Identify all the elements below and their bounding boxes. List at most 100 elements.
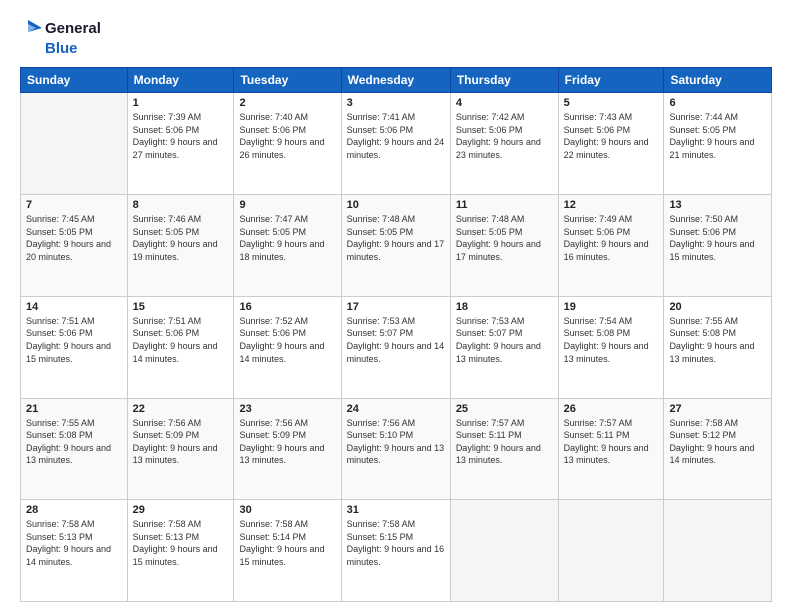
cell-info: Sunrise: 7:58 AMSunset: 5:12 PMDaylight:… (669, 417, 766, 467)
weekday-header-row: SundayMondayTuesdayWednesdayThursdayFrid… (21, 68, 772, 93)
logo: General Blue (20, 18, 101, 57)
day-cell: 22 Sunrise: 7:56 AMSunset: 5:09 PMDayligh… (127, 398, 234, 500)
day-number: 8 (133, 199, 229, 211)
cell-info: Sunrise: 7:51 AMSunset: 5:06 PMDaylight:… (26, 315, 122, 365)
cell-info: Sunrise: 7:54 AMSunset: 5:08 PMDaylight:… (564, 315, 659, 365)
day-number: 25 (456, 403, 553, 415)
day-number: 21 (26, 403, 122, 415)
cell-info: Sunrise: 7:58 AMSunset: 5:14 PMDaylight:… (239, 518, 335, 568)
day-number: 3 (347, 97, 445, 109)
day-cell: 18Sunrise: 7:53 AMSunset: 5:07 PMDayligh… (450, 296, 558, 398)
day-cell: 31 Sunrise: 7:58 AMSunset: 5:15 PMDayligh… (341, 500, 450, 602)
week-row-4: 21 Sunrise: 7:55 AMSunset: 5:08 PMDayligh… (21, 398, 772, 500)
cell-info: Sunrise: 7:48 AMSunset: 5:05 PMDaylight:… (456, 213, 553, 263)
week-row-2: 7 Sunrise: 7:45 AMSunset: 5:05 PMDaylight… (21, 195, 772, 297)
weekday-thursday: Thursday (450, 68, 558, 93)
day-cell: 15 Sunrise: 7:51 AMSunset: 5:06 PMDayligh… (127, 296, 234, 398)
day-number: 9 (239, 199, 335, 211)
day-number: 7 (26, 199, 122, 211)
day-cell: 23 Sunrise: 7:56 AMSunset: 5:09 PMDayligh… (234, 398, 341, 500)
day-cell: 9 Sunrise: 7:47 AMSunset: 5:05 PMDaylight… (234, 195, 341, 297)
week-row-5: 28 Sunrise: 7:58 AMSunset: 5:13 PMDayligh… (21, 500, 772, 602)
cell-info: Sunrise: 7:48 AMSunset: 5:05 PMDaylight:… (347, 213, 445, 263)
cell-info: Sunrise: 7:56 AMSunset: 5:09 PMDaylight:… (239, 417, 335, 467)
cell-info: Sunrise: 7:55 AMSunset: 5:08 PMDaylight:… (26, 417, 122, 467)
day-cell (450, 500, 558, 602)
page-header: General Blue (20, 18, 772, 57)
week-row-1: 1 Sunrise: 7:39 AMSunset: 5:06 PMDaylight… (21, 93, 772, 195)
day-number: 27 (669, 403, 766, 415)
day-number: 16 (239, 301, 335, 313)
cell-info: Sunrise: 7:56 AMSunset: 5:09 PMDaylight:… (133, 417, 229, 467)
day-cell: 29 Sunrise: 7:58 AMSunset: 5:13 PMDayligh… (127, 500, 234, 602)
day-cell: 5 Sunrise: 7:43 AMSunset: 5:06 PMDaylight… (558, 93, 664, 195)
cell-info: Sunrise: 7:56 AMSunset: 5:10 PMDaylight:… (347, 417, 445, 467)
day-number: 17 (347, 301, 445, 313)
day-number: 26 (564, 403, 659, 415)
day-number: 18 (456, 301, 553, 313)
cell-info: Sunrise: 7:58 AMSunset: 5:15 PMDaylight:… (347, 518, 445, 568)
day-number: 28 (26, 504, 122, 516)
week-row-3: 14 Sunrise: 7:51 AMSunset: 5:06 PMDayligh… (21, 296, 772, 398)
cell-info: Sunrise: 7:39 AMSunset: 5:06 PMDaylight:… (133, 111, 229, 161)
day-cell: 14 Sunrise: 7:51 AMSunset: 5:06 PMDayligh… (21, 296, 128, 398)
day-number: 20 (669, 301, 766, 313)
day-number: 31 (347, 504, 445, 516)
weekday-sunday: Sunday (21, 68, 128, 93)
cell-info: Sunrise: 7:50 AMSunset: 5:06 PMDaylight:… (669, 213, 766, 263)
day-cell: 19Sunrise: 7:54 AMSunset: 5:08 PMDayligh… (558, 296, 664, 398)
day-number: 10 (347, 199, 445, 211)
logo-general: General (45, 20, 101, 37)
cell-info: Sunrise: 7:45 AMSunset: 5:05 PMDaylight:… (26, 213, 122, 263)
day-cell: 28 Sunrise: 7:58 AMSunset: 5:13 PMDayligh… (21, 500, 128, 602)
day-cell: 3 Sunrise: 7:41 AMSunset: 5:06 PMDaylight… (341, 93, 450, 195)
day-number: 11 (456, 199, 553, 211)
cell-info: Sunrise: 7:55 AMSunset: 5:08 PMDaylight:… (669, 315, 766, 365)
day-cell: 30 Sunrise: 7:58 AMSunset: 5:14 PMDayligh… (234, 500, 341, 602)
day-number: 6 (669, 97, 766, 109)
weekday-tuesday: Tuesday (234, 68, 341, 93)
cell-info: Sunrise: 7:46 AMSunset: 5:05 PMDaylight:… (133, 213, 229, 263)
day-cell: 26 Sunrise: 7:57 AMSunset: 5:11 PMDayligh… (558, 398, 664, 500)
weekday-monday: Monday (127, 68, 234, 93)
day-cell (558, 500, 664, 602)
weekday-saturday: Saturday (664, 68, 772, 93)
day-number: 15 (133, 301, 229, 313)
day-number: 12 (564, 199, 659, 211)
cell-info: Sunrise: 7:53 AMSunset: 5:07 PMDaylight:… (347, 315, 445, 365)
day-cell (21, 93, 128, 195)
cell-info: Sunrise: 7:42 AMSunset: 5:06 PMDaylight:… (456, 111, 553, 161)
day-number: 30 (239, 504, 335, 516)
day-number: 13 (669, 199, 766, 211)
day-cell: 17 Sunrise: 7:53 AMSunset: 5:07 PMDayligh… (341, 296, 450, 398)
weekday-wednesday: Wednesday (341, 68, 450, 93)
day-cell: 1 Sunrise: 7:39 AMSunset: 5:06 PMDaylight… (127, 93, 234, 195)
day-number: 1 (133, 97, 229, 109)
calendar-table: SundayMondayTuesdayWednesdayThursdayFrid… (20, 67, 772, 602)
day-cell: 16 Sunrise: 7:52 AMSunset: 5:06 PMDayligh… (234, 296, 341, 398)
cell-info: Sunrise: 7:57 AMSunset: 5:11 PMDaylight:… (564, 417, 659, 467)
day-cell: 4 Sunrise: 7:42 AMSunset: 5:06 PMDaylight… (450, 93, 558, 195)
day-cell (664, 500, 772, 602)
cell-info: Sunrise: 7:49 AMSunset: 5:06 PMDaylight:… (564, 213, 659, 263)
cell-info: Sunrise: 7:57 AMSunset: 5:11 PMDaylight:… (456, 417, 553, 467)
cell-info: Sunrise: 7:52 AMSunset: 5:06 PMDaylight:… (239, 315, 335, 365)
cell-info: Sunrise: 7:47 AMSunset: 5:05 PMDaylight:… (239, 213, 335, 263)
day-cell: 24Sunrise: 7:56 AMSunset: 5:10 PMDayligh… (341, 398, 450, 500)
day-cell: 11 Sunrise: 7:48 AMSunset: 5:05 PMDayligh… (450, 195, 558, 297)
day-number: 14 (26, 301, 122, 313)
day-cell: 12 Sunrise: 7:49 AMSunset: 5:06 PMDayligh… (558, 195, 664, 297)
cell-info: Sunrise: 7:41 AMSunset: 5:06 PMDaylight:… (347, 111, 445, 161)
cell-info: Sunrise: 7:58 AMSunset: 5:13 PMDaylight:… (26, 518, 122, 568)
cell-info: Sunrise: 7:44 AMSunset: 5:05 PMDaylight:… (669, 111, 766, 161)
day-number: 23 (239, 403, 335, 415)
cell-info: Sunrise: 7:43 AMSunset: 5:06 PMDaylight:… (564, 111, 659, 161)
day-number: 29 (133, 504, 229, 516)
cell-info: Sunrise: 7:40 AMSunset: 5:06 PMDaylight:… (239, 111, 335, 161)
cell-info: Sunrise: 7:58 AMSunset: 5:13 PMDaylight:… (133, 518, 229, 568)
day-number: 5 (564, 97, 659, 109)
day-number: 4 (456, 97, 553, 109)
day-cell: 6 Sunrise: 7:44 AMSunset: 5:05 PMDaylight… (664, 93, 772, 195)
day-number: 22 (133, 403, 229, 415)
cell-info: Sunrise: 7:51 AMSunset: 5:06 PMDaylight:… (133, 315, 229, 365)
